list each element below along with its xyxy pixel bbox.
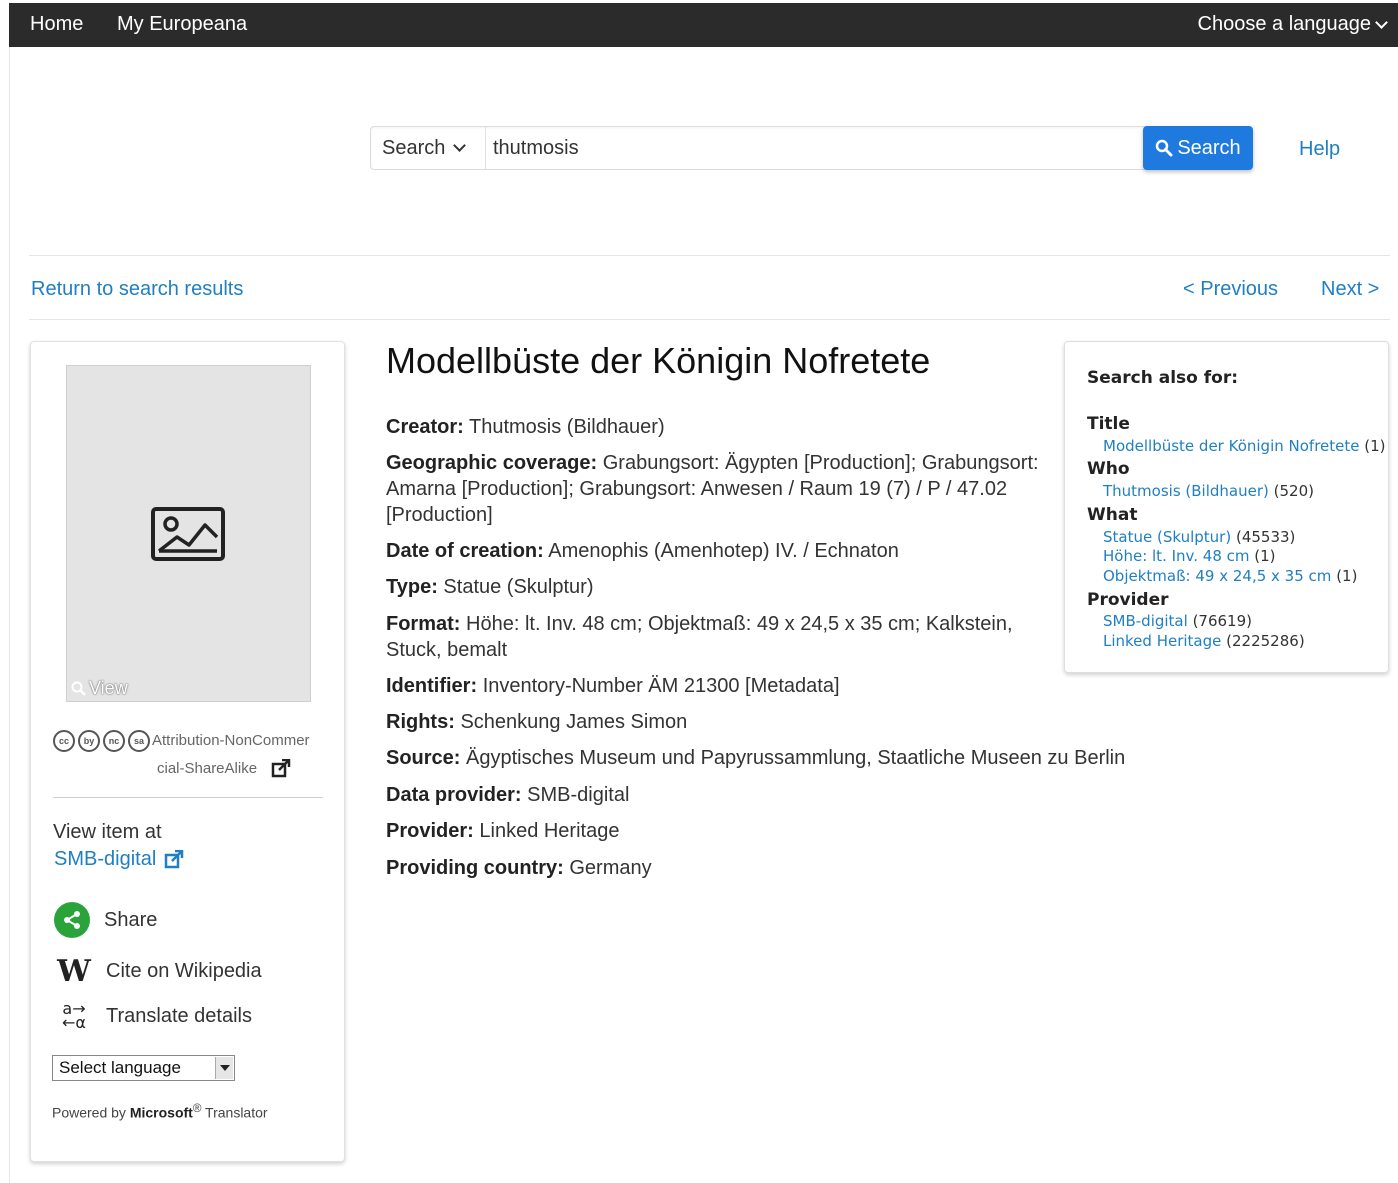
- search-also-heading-title: Title: [1087, 414, 1130, 434]
- search-also-item: Statue (Skulptur) (45533): [1103, 528, 1296, 546]
- search-also-heading-who: Who: [1087, 459, 1130, 479]
- search-also-heading-provider: Provider: [1087, 590, 1169, 610]
- search-type-dropdown[interactable]: Search: [371, 127, 486, 169]
- provider-link[interactable]: SMB-digital: [54, 848, 184, 871]
- view-button[interactable]: View: [71, 678, 128, 699]
- search-also-item: Linked Heritage (2225286): [1103, 632, 1305, 650]
- search-also-item: Objektmaß: 49 x 24,5 x 35 cm (1): [1103, 567, 1358, 585]
- image-placeholder-icon: [151, 507, 225, 561]
- search-also-link[interactable]: Linked Heritage: [1103, 632, 1221, 650]
- metadata-identifier: Identifier: Inventory-Number ÄM 21300 [M…: [386, 675, 840, 697]
- magnifier-icon: [71, 681, 86, 696]
- search-also-link[interactable]: Höhe: lt. Inv. 48 cm: [1103, 547, 1250, 565]
- view-item-at-label: View item at: [53, 821, 162, 843]
- metadata-format: Format: Höhe: lt. Inv. 48 cm; Objektmaß:…: [386, 613, 1013, 661]
- search-also-link[interactable]: Statue (Skulptur): [1103, 528, 1231, 546]
- search-also-item: Thutmosis (Bildhauer) (520): [1103, 482, 1314, 500]
- search-also-title: Search also for:: [1087, 368, 1238, 388]
- translate-label: Translate details: [106, 1004, 252, 1027]
- item-sidebar: View cc by nc sa Attribution-NonCommer c…: [30, 341, 345, 1162]
- search-also-item: Modellbüste der Königin Nofretete (1): [1103, 437, 1386, 455]
- share-icon: [54, 902, 90, 938]
- external-link-icon: [165, 849, 184, 868]
- chevron-down-icon: [1375, 15, 1388, 29]
- nav-my-europeana-link[interactable]: My Europeana: [117, 13, 247, 36]
- nav-home-link[interactable]: Home: [30, 13, 83, 36]
- cc-license-icons: cc by nc sa: [53, 730, 150, 753]
- search-also-link[interactable]: Modellbüste der Königin Nofretete: [1103, 437, 1359, 455]
- license-text-line1[interactable]: Attribution-NonCommer: [152, 732, 310, 749]
- share-label: Share: [104, 908, 158, 931]
- select-language-dropdown[interactable]: Select language: [52, 1055, 235, 1081]
- translate-details-button[interactable]: a→ ←α Translate details: [54, 999, 252, 1032]
- search-also-panel: Search also for: Title Modellbüste der K…: [1064, 341, 1389, 673]
- return-to-results-link[interactable]: Return to search results: [31, 278, 243, 301]
- wikipedia-icon: W: [57, 954, 91, 989]
- search-button-label: Search: [1177, 136, 1241, 159]
- search-also-item: Höhe: lt. Inv. 48 cm (1): [1103, 547, 1276, 565]
- divider: [53, 797, 323, 798]
- language-dropdown-label: Choose a language: [1197, 13, 1371, 35]
- search-also-item: SMB-digital (76619): [1103, 612, 1252, 630]
- previous-link[interactable]: < Previous: [1183, 278, 1278, 301]
- metadata-provider: Provider: Linked Heritage: [386, 820, 620, 842]
- metadata-date-of-creation: Date of creation: Amenophis (Amenhotep) …: [386, 540, 899, 562]
- dropdown-arrow-icon: [215, 1057, 233, 1079]
- next-link[interactable]: Next >: [1321, 278, 1379, 301]
- chevron-down-icon: [453, 139, 467, 152]
- search-input[interactable]: [487, 127, 1142, 169]
- metadata-geographic-coverage: Geographic coverage: Grabungsort: Ägypte…: [386, 452, 1039, 526]
- search-button[interactable]: Search: [1143, 126, 1253, 170]
- metadata-data-provider: Data provider: SMB-digital: [386, 784, 630, 806]
- item-thumbnail[interactable]: View: [66, 365, 311, 702]
- search-icon: [1156, 139, 1173, 157]
- license-info: cc by nc sa Attribution-NonCommer cial-S…: [53, 727, 325, 783]
- divider: [29, 319, 1390, 320]
- external-link-icon[interactable]: [271, 759, 291, 779]
- search-also-link[interactable]: Objektmaß: 49 x 24,5 x 35 cm: [1103, 567, 1331, 585]
- search-bar: Search Search: [370, 126, 1253, 170]
- metadata-source: Source: Ägyptisches Museum und Papyrussa…: [386, 747, 1126, 769]
- cc-icon: cc: [53, 730, 75, 753]
- search-also-link[interactable]: Thutmosis (Bildhauer): [1103, 482, 1269, 500]
- language-dropdown[interactable]: Choose a language: [1197, 13, 1388, 36]
- noncommercial-icon: nc: [103, 730, 125, 753]
- select-language-label: Select language: [59, 1058, 181, 1077]
- metadata-rights: Rights: Schenkung James Simon: [386, 711, 688, 733]
- sharealike-icon: sa: [128, 730, 150, 753]
- search-also-heading-what: What: [1087, 505, 1138, 525]
- view-label: View: [89, 678, 128, 698]
- search-also-link[interactable]: SMB-digital: [1103, 612, 1188, 630]
- help-link[interactable]: Help: [1299, 138, 1340, 161]
- translate-icon: a→ ←α: [62, 999, 86, 1032]
- license-text-line2[interactable]: cial-ShareAlike: [157, 755, 257, 783]
- item-title: Modellbüste der Königin Nofretete: [386, 340, 931, 381]
- powered-by-microsoft: Powered by Microsoft® Translator: [52, 1102, 268, 1121]
- provider-link-label: SMB-digital: [54, 848, 157, 870]
- top-nav: Home My Europeana Choose a language: [9, 3, 1398, 47]
- metadata-creator: Creator: Thutmosis (Bildhauer): [386, 416, 665, 438]
- cite-label: Cite on Wikipedia: [106, 960, 262, 982]
- cite-on-wikipedia-button[interactable]: W Cite on Wikipedia: [54, 954, 262, 989]
- metadata-providing-country: Providing country: Germany: [386, 857, 652, 879]
- share-button[interactable]: Share: [54, 902, 157, 938]
- divider: [29, 255, 1390, 256]
- metadata-type: Type: Statue (Skulptur): [386, 576, 594, 598]
- attribution-icon: by: [78, 730, 100, 753]
- search-type-label: Search: [382, 136, 446, 159]
